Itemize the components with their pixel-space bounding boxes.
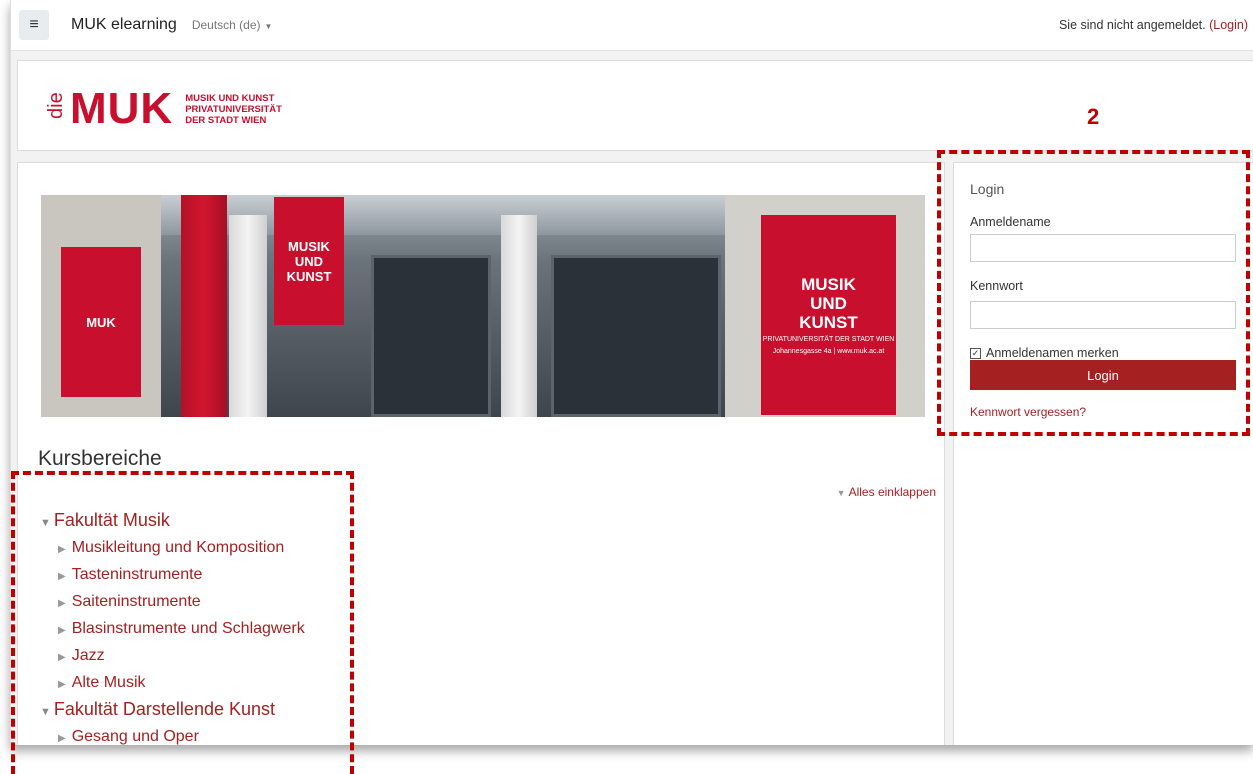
flag-center-line-1: MUSIK (288, 238, 330, 254)
banner-column (501, 215, 537, 417)
language-label: Deutsch (de) (191, 18, 261, 32)
site-brand[interactable]: MUK elearning (71, 16, 177, 34)
highlight-login (937, 150, 1250, 436)
flag-right-subtitle: PRIVATUNIVERSITÄT DER STADT WIEN (762, 335, 895, 343)
flag-center-line-2: UND (294, 253, 324, 269)
logo-line-1: MUSIK UND KUNST (185, 92, 275, 104)
login-link[interactable]: (Login) (1209, 18, 1248, 32)
logo-line-2: PRIVATUNIVERSITÄT (185, 103, 282, 115)
courses-heading: Kursbereiche (38, 447, 162, 470)
flag-right-line-2: UND (810, 293, 847, 313)
language-menu[interactable]: Deutsch (de) ▼ (192, 18, 273, 32)
flag-right-address: Johannesgasse 4a | www.muk.ac.at (772, 347, 885, 355)
hamburger-icon[interactable]: ≡ (19, 10, 49, 40)
banner-flag-right: MUSIK UND KUNST PRIVATUNIVERSITÄT DER ST… (761, 215, 896, 415)
logo-muk: MUK (70, 84, 174, 133)
banner-flag-left: MUK (61, 247, 141, 397)
banner-door (551, 255, 721, 417)
banner-red-pillar (181, 195, 227, 417)
logo-subtitle: MUSIK UND KUNST PRIVATUNIVERSITÄT DER ST… (185, 93, 282, 126)
top-navbar: ≡ MUK elearning Deutsch (de) ▼ Sie sind n… (11, 0, 1253, 51)
login-info: Sie sind nicht angemeldet. (Login) (1059, 18, 1248, 32)
banner-column (229, 215, 267, 417)
flag-right-line-3: KUNST (799, 312, 858, 332)
flag-center-line-3: KUNST (286, 268, 332, 284)
banner-door (371, 255, 491, 417)
banner-flag-center: MUSIK UND KUNST (274, 197, 344, 325)
annotation-number: 2 (1087, 104, 1100, 129)
muk-logo: die MUK MUSIK UND KUNST PRIVATUNIVERSITÄ… (45, 84, 282, 133)
collapse-all-link[interactable]: ▼ Alles einklappen (837, 485, 936, 499)
flag-right-line-1: MUSIK (801, 274, 856, 294)
logo-die: die (45, 92, 67, 119)
caret-down-icon: ▼ (264, 22, 273, 31)
flag-left-label: MUK (86, 314, 116, 330)
collapse-all-label: Alles einklappen (848, 485, 936, 499)
highlight-categories (11, 471, 354, 774)
logo-line-3: DER STADT WIEN (185, 114, 267, 126)
caret-down-icon: ▼ (836, 488, 846, 498)
page-header: die MUK MUSIK UND KUNST PRIVATUNIVERSITÄ… (17, 60, 1253, 151)
banner-image: MUK MUSIK UND KUNST MUSIK UND KUNST PRIV… (41, 195, 925, 417)
login-status-text: Sie sind nicht angemeldet. (1058, 18, 1206, 32)
